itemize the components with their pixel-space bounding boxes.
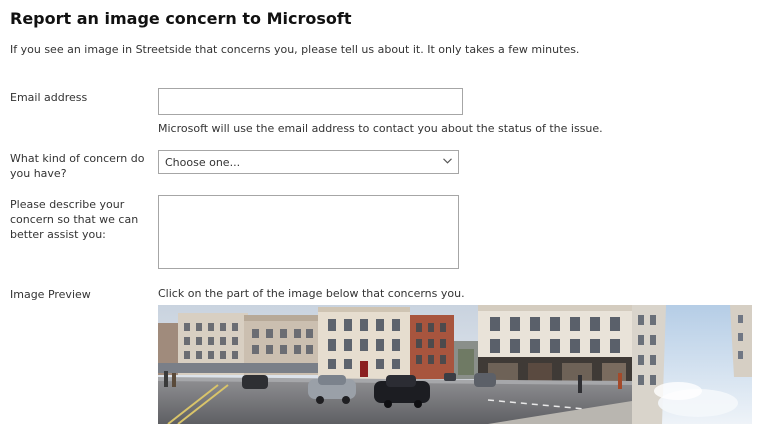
image-preview-label: Image Preview <box>10 288 91 301</box>
concern-type-label: What kind of concern do you have? <box>10 152 145 180</box>
streetside-panorama-image[interactable] <box>158 305 752 424</box>
concern-type-selected-value: Choose one... <box>165 156 241 169</box>
email-help-text: Microsoft will use the email address to … <box>158 122 603 135</box>
email-label: Email address <box>10 91 88 104</box>
description-label: Please describe your concern so that we … <box>10 198 139 241</box>
chevron-down-icon <box>443 158 452 164</box>
concern-type-select[interactable]: Choose one... <box>158 150 459 174</box>
email-field[interactable] <box>158 88 463 115</box>
image-preview-instruction: Click on the part of the image below tha… <box>158 287 465 300</box>
intro-text: If you see an image in Streetside that c… <box>10 43 580 56</box>
description-field[interactable] <box>158 195 459 269</box>
page-title: Report an image concern to Microsoft <box>10 9 352 28</box>
